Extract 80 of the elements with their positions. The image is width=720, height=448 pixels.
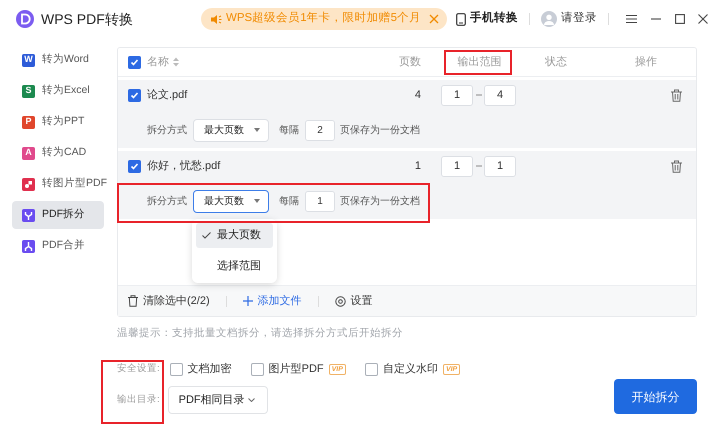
check-icon [202,232,211,239]
sidebar-item[interactable]: S 转为Excel [12,77,104,105]
option-label: 自定义水印 [382,362,438,377]
trash-icon[interactable] [671,160,682,172]
file-row[interactable]: 你好，忧愁.pdf 1 1 1 拆分方式 最大页数 每隔 1 页保存为一份文档 [118,151,696,219]
caret-icon [254,199,260,203]
split-mode-select[interactable]: 最大页数 [193,118,269,142]
check-icon [130,58,139,66]
highlight-frame [444,50,512,75]
page-count: 1 [414,158,421,174]
split-suffix-text: 页保存为一份文档 [340,194,420,208]
column-header: 页数 [399,54,421,70]
speaker-icon [210,14,222,24]
mobile-convert-button[interactable]: 手机转换 [456,10,518,28]
column-header: 操作 [635,54,657,70]
menu-icon[interactable] [626,14,637,24]
checkbox[interactable] [128,160,141,172]
sidebar-item[interactable]: P 转为PPT [12,108,104,136]
tablet-icon [456,12,466,26]
checkbox[interactable] [170,362,183,376]
check-icon [130,90,139,100]
checkbox[interactable] [250,362,264,376]
settings-button[interactable]: 设置 [334,292,373,310]
app-icon: P [22,116,35,128]
chevron-down-icon [248,398,255,402]
range-start-field[interactable]: 1 [441,84,473,106]
logo-icon [16,10,34,28]
page-interval-field[interactable]: 2 [305,120,335,140]
app-icon: W [22,54,35,66]
promo-text: WPS超级会员1年卡，限时加赠5个月 [226,10,421,26]
split-mode-label: 拆分方式 [147,124,187,138]
caret-icon [254,128,260,132]
dash-icon [476,165,482,167]
highlight-frame [101,360,164,424]
option-label: 文档加密 [188,362,232,377]
app-title: WPS PDF转换 [41,10,133,28]
range-end-field[interactable]: 4 [484,84,516,106]
close-icon[interactable] [698,14,708,24]
check-icon [130,162,139,170]
clear-selected-button[interactable]: 清除选中(2/2) [128,292,210,310]
split-mode-select[interactable]: 最大页数 [193,190,269,212]
app-icon: A [22,146,35,160]
trash-icon[interactable] [671,88,682,102]
sidebar-item[interactable]: A 转为CAD [12,139,104,167]
range-end-field[interactable]: 1 [484,156,516,176]
checkbox[interactable] [364,362,378,376]
trash-icon [128,295,138,307]
sidebar-item[interactable]: PDF合并 [12,232,104,260]
every-label: 每隔 [279,124,299,138]
split-mode-label: 拆分方式 [147,194,187,208]
sidebar-item[interactable]: PDF拆分 [12,201,104,229]
checkbox[interactable] [128,88,141,102]
field-label: 安全设置: [117,362,160,376]
menu-item[interactable]: 最大页数 [196,223,273,248]
plus-icon [242,296,253,306]
login-button[interactable]: 请登录 [541,10,597,28]
file-name: 你好，忧愁.pdf [147,158,222,174]
start-split-button[interactable]: 开始拆分 [614,379,697,414]
avatar-icon [541,11,557,27]
every-label: 每隔 [279,194,299,208]
field-label: 输出目录: [117,392,160,407]
file-name: 论文.pdf [147,88,188,103]
file-row[interactable]: 论文.pdf 4 1 4 拆分方式 最大页数 每隔 2 页保存为一份文档 [118,80,696,148]
add-file-button[interactable]: 添加文件 [242,292,302,310]
output-folder-select[interactable]: PDF相同目录 [168,386,268,414]
app-icon: S [22,84,35,98]
split-suffix-text: 页保存为一份文档 [340,124,420,138]
column-header: 输出范围 [458,54,502,70]
checkbox[interactable] [128,56,141,68]
option-label: 图片型PDF [268,362,324,377]
maximize-icon[interactable] [675,14,685,24]
page-count: 4 [414,88,421,103]
range-start-field[interactable]: 1 [441,156,473,176]
menu-item[interactable]: 选择范围 [196,254,273,279]
column-header: 状态 [545,54,567,70]
page-interval-field[interactable]: 1 [305,190,335,212]
sidebar-item[interactable]: W 转为Word [12,46,104,74]
settings-icon [334,296,346,306]
dash-icon [476,94,482,96]
tip-text: 温馨提示：支持批量文档拆分，请选择拆分方式后开始拆分 [117,326,404,341]
